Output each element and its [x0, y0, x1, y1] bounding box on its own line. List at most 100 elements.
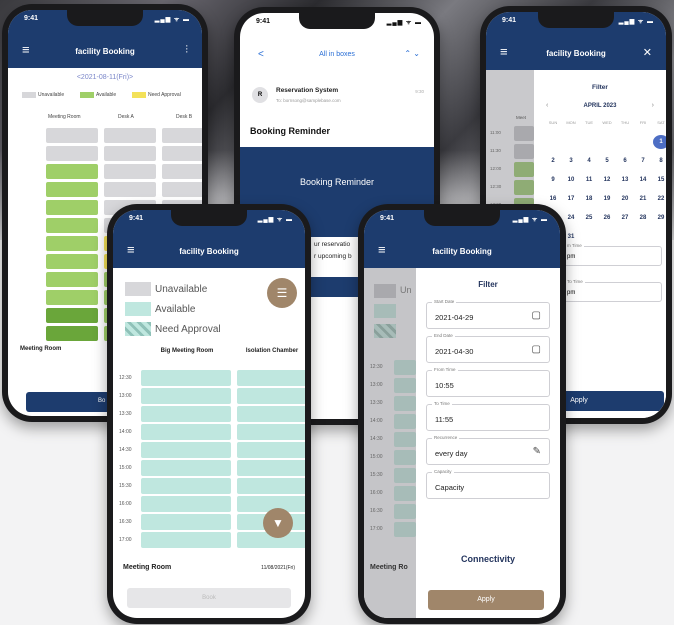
sliders-icon[interactable]: ☰ — [267, 278, 297, 308]
calendar-day[interactable]: 21 — [635, 192, 651, 206]
time-slot[interactable] — [104, 128, 156, 143]
to-time-field[interactable]: To Time pm — [560, 279, 662, 302]
calendar-day[interactable]: 14 — [635, 173, 651, 187]
time-slot[interactable] — [141, 478, 231, 494]
calendar-day[interactable]: 28 — [635, 211, 651, 225]
calendar-icon[interactable]: ▢ — [532, 310, 541, 321]
time-slot[interactable] — [162, 182, 202, 197]
calendar-day[interactable]: 25 — [581, 211, 597, 225]
time-slot[interactable] — [237, 370, 305, 386]
calendar-day[interactable]: 16 — [545, 192, 561, 206]
book-button[interactable]: Book — [127, 588, 291, 608]
time-slot[interactable] — [104, 182, 156, 197]
edit-icon[interactable]: ✎ — [533, 446, 541, 457]
weekday-label: THU — [620, 120, 630, 125]
calendar-day[interactable]: 18 — [581, 192, 597, 206]
calendar-day[interactable]: 20 — [617, 192, 633, 206]
settings-sliders-icon[interactable]: ⫶ — [185, 44, 188, 57]
calendar-day[interactable]: 12 — [599, 173, 615, 187]
date-selector[interactable]: <2021-08-11(Fri)> — [8, 74, 202, 81]
time-slot[interactable] — [141, 514, 231, 530]
from-time-field[interactable]: m Time pm — [560, 243, 662, 266]
calendar-day[interactable]: 1 — [653, 135, 666, 149]
time-slot[interactable] — [141, 442, 231, 458]
time-slot[interactable] — [46, 236, 98, 251]
calendar-day[interactable]: 22 — [653, 192, 666, 206]
calendar-icon[interactable]: ▢ — [532, 344, 541, 355]
time-slot[interactable] — [141, 424, 231, 440]
time-slot[interactable] — [46, 164, 98, 179]
time-slot[interactable] — [237, 442, 305, 458]
time-slot — [394, 522, 416, 537]
calendar-day[interactable]: 24 — [563, 211, 579, 225]
filter-field[interactable]: To Time 11:55 — [426, 401, 550, 431]
calendar-day[interactable]: 4 — [581, 154, 597, 168]
filter-field[interactable]: Recurrence every day ✎ — [426, 435, 550, 465]
calendar-day[interactable]: 9 — [545, 173, 561, 187]
calendar-day[interactable]: 27 — [617, 211, 633, 225]
time-slot[interactable] — [104, 164, 156, 179]
time-label: 16:30 — [119, 519, 132, 525]
calendar-day[interactable]: 13 — [617, 173, 633, 187]
time-slot[interactable] — [237, 388, 305, 404]
time-slot[interactable] — [46, 272, 98, 287]
status-time: 9:41 — [380, 215, 395, 222]
time-slot[interactable] — [237, 478, 305, 494]
next-month-icon[interactable]: › — [652, 102, 654, 109]
filter-field[interactable]: Start Date 2021-04-29 ▢ — [426, 299, 550, 329]
field-label: Recurrence — [432, 435, 460, 440]
time-slot[interactable] — [46, 128, 98, 143]
field-value: 10:55 — [435, 381, 454, 390]
time-slot[interactable] — [46, 326, 98, 341]
filter-field[interactable]: Capacity Capacity — [426, 469, 550, 499]
time-slot[interactable] — [104, 146, 156, 161]
time-slot[interactable] — [162, 164, 202, 179]
time-slot[interactable] — [46, 308, 98, 323]
time-slot[interactable] — [237, 424, 305, 440]
time-slot[interactable] — [237, 406, 305, 422]
column-desk-a: Desk A — [118, 114, 134, 120]
time-slot[interactable] — [46, 146, 98, 161]
time-slot[interactable] — [162, 146, 202, 161]
calendar-day[interactable]: 3 — [563, 154, 579, 168]
calendar-day[interactable]: 7 — [635, 154, 651, 168]
filter-field[interactable]: End Date 2021-04-30 ▢ — [426, 333, 550, 363]
calendar-day[interactable]: 11 — [581, 173, 597, 187]
time-slot[interactable] — [46, 200, 98, 215]
calendar-day[interactable]: 29 — [653, 211, 666, 225]
email-body-line2: r upcoming b — [314, 253, 352, 260]
calendar-day[interactable]: 15 — [653, 173, 666, 187]
time-slot[interactable] — [46, 218, 98, 233]
filter-icon[interactable]: ▼ — [263, 508, 293, 538]
time-slot[interactable] — [141, 460, 231, 476]
time-slot[interactable] — [141, 496, 231, 512]
calendar-day[interactable]: 5 — [599, 154, 615, 168]
calendar-day[interactable]: 2 — [545, 154, 561, 168]
time-slot[interactable] — [46, 254, 98, 269]
time-slot[interactable] — [141, 532, 231, 548]
close-icon[interactable]: ✕ — [643, 46, 652, 59]
calendar-day[interactable]: 6 — [617, 154, 633, 168]
time-label: 13:00 — [370, 382, 383, 388]
apply-button[interactable]: Apply — [428, 590, 544, 610]
dimmed-schedule: Un 12:30 13:00 13:30 14:00 14:30 15:00 15:30 16… — [364, 268, 416, 618]
time-label: 12:00 — [490, 166, 502, 171]
calendar-day[interactable]: 19 — [599, 192, 615, 206]
time-slot[interactable] — [237, 460, 305, 476]
calendar-day[interactable]: 8 — [653, 154, 666, 168]
signal-icon: ▂▄▆ ᯤ ▬ — [154, 17, 190, 23]
time-slot[interactable] — [141, 406, 231, 422]
calendar-day[interactable]: 26 — [599, 211, 615, 225]
time-slot[interactable] — [141, 388, 231, 404]
field-label: Start Date — [432, 299, 457, 304]
time-slot[interactable] — [46, 290, 98, 305]
prev-next-icon[interactable]: ⌃ ⌄ — [404, 49, 420, 58]
filter-field[interactable]: From Time 10:55 — [426, 367, 550, 397]
time-slot[interactable] — [141, 370, 231, 386]
app-title: facility Booking — [179, 247, 239, 256]
calendar-day[interactable]: 17 — [563, 192, 579, 206]
dim-swatch-available — [374, 304, 396, 318]
time-slot[interactable] — [46, 182, 98, 197]
calendar-day[interactable]: 10 — [563, 173, 579, 187]
time-slot[interactable] — [162, 128, 202, 143]
